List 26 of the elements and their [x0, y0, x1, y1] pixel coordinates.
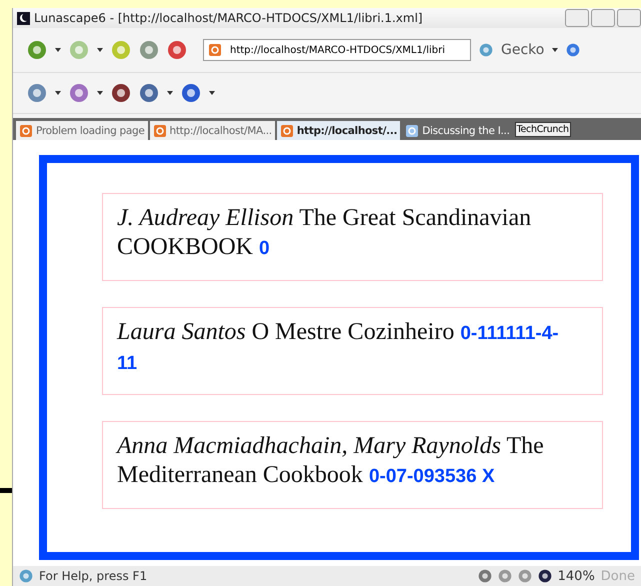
window-title: Lunascape6 - [http://localhost/MARCO-HTDOCS/XML1/libri.1.xml]	[34, 11, 423, 25]
help-text: For Help, press F1	[39, 569, 148, 583]
browser-tab[interactable]: http://localhost/MA...	[150, 121, 275, 140]
page-icon	[208, 43, 222, 57]
caret-icon[interactable]	[55, 91, 61, 95]
caret-icon[interactable]	[552, 48, 558, 52]
browser-tab[interactable]: http://localhost/...	[276, 121, 400, 140]
address-field[interactable]: http://localhost/MARCO-HTDOCS/XML1/libri	[203, 39, 471, 61]
browser-tab[interactable]: TechCrunch	[514, 122, 571, 137]
caret-icon[interactable]	[97, 91, 103, 95]
page-icon	[280, 124, 294, 138]
engine-label[interactable]: Gecko	[501, 42, 544, 58]
browser-tab[interactable]: Problem loading page	[16, 121, 148, 140]
caret-icon[interactable]	[167, 91, 173, 95]
book-entry: Laura Santos O Mestre Cozinheiro 0-111111-4-11	[102, 307, 603, 395]
book-entry: Anna Macmiadhachain, Mary Raynolds The Mediterranean Cookbook 0-07-093536 X	[102, 421, 603, 509]
browser-tab[interactable]: Discussing the I...	[402, 121, 513, 140]
load-status: Done	[600, 568, 635, 584]
caret-icon[interactable]	[97, 48, 103, 52]
page-icon	[152, 124, 167, 138]
caret-icon[interactable]	[209, 91, 215, 95]
caret-icon[interactable]	[55, 48, 61, 52]
zoom-level: 140%	[558, 568, 595, 584]
page-icon	[19, 124, 33, 138]
book-entry: J. Audreay Ellison The Great Scandinavian COOKBOOK 0	[102, 193, 603, 281]
moon-icon	[17, 12, 30, 24]
